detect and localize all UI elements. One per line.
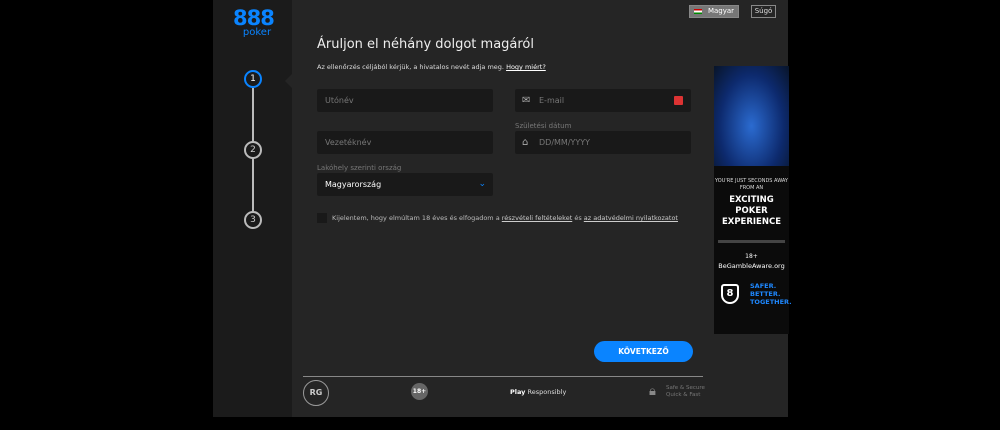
password-manager-icon[interactable] [674, 96, 683, 105]
logo-word: poker [242, 27, 272, 38]
slogan-3: TOGETHER. [750, 298, 792, 306]
country-select[interactable]: Magyarország ⌄ [317, 173, 493, 196]
age-18-icon: 18+ [745, 253, 758, 260]
footer-divider [303, 376, 703, 377]
email-placeholder: E-mail [539, 96, 565, 105]
page-title: Áruljon el néhány dolgot magáról [317, 37, 535, 52]
safe-line-1: Safe & Secure [666, 385, 705, 391]
ad-line-1: YOU'RE JUST SECONDS AWAY FROM AN [715, 178, 788, 191]
step-sidebar: 888 poker 1 2 3 [213, 0, 292, 417]
dob-label: Születési dátum [515, 122, 572, 130]
language-label: Magyar [707, 7, 735, 15]
safe-line-2: Quick & Fast [666, 392, 701, 398]
help-button[interactable]: Súgó [751, 5, 776, 18]
safer-better-together: SAFER. BETTER. TOGETHER. [750, 282, 792, 306]
hungary-flag-icon [693, 8, 702, 14]
subtitle: Az ellenőrzés céljából kérjük, a hivatal… [317, 63, 546, 71]
country-value: Magyarország [325, 180, 382, 189]
ad-line-2: EXCITING POKER EXPERIENCE [721, 195, 782, 227]
next-button[interactable]: KÖVETKEZŐ [594, 341, 693, 362]
step-2: 2 [244, 141, 262, 159]
safe-secure-text: Safe & Secure Quick & Fast [666, 385, 705, 399]
lock-icon: 🔒︎ [649, 384, 656, 399]
play-word: Play [510, 388, 526, 396]
envelope-icon: ✉ [522, 95, 531, 106]
terms-text: Kijelentem, hogy elmúltam 18 éves és elf… [332, 214, 678, 222]
country-label: Lakóhely szerinti ország [317, 164, 402, 172]
logo-number: 888 [233, 6, 275, 30]
subtitle-text: Az ellenőrzés céljából kérjük, a hivatal… [317, 63, 504, 71]
poker-table-image [714, 66, 789, 166]
responsibly-word: Responsibly [527, 388, 567, 396]
chevron-down-icon: ⌄ [478, 179, 486, 189]
dob-placeholder: DD/MM/YYYY [539, 138, 591, 147]
begambleaware-logo: BeGambleAware.org [718, 262, 785, 270]
age-18-badge: 18+ [411, 383, 428, 400]
promo-banner[interactable]: YOU'RE JUST SECONDS AWAY FROM AN EXCITIN… [714, 66, 792, 334]
privacy-link[interactable]: az adatvédelmi nyilatkozatot [584, 214, 678, 222]
ad-divider [718, 240, 785, 243]
email-input[interactable]: ✉ E-mail [515, 89, 691, 112]
language-button[interactable]: Magyar [689, 5, 739, 18]
rg-badge[interactable]: RG [303, 380, 329, 406]
slogan-2: BETTER. [750, 290, 781, 298]
last-name-input[interactable]: Vezetéknév [317, 131, 493, 154]
step-3: 3 [244, 211, 262, 229]
slogan-1: SAFER. [750, 282, 777, 290]
why-link[interactable]: Hogy miért? [506, 63, 546, 71]
dob-input[interactable]: ⌂ DD/MM/YYYY [515, 131, 691, 154]
terms-link[interactable]: részvételi feltételeket [502, 214, 572, 222]
birthday-cake-icon: ⌂ [522, 137, 529, 148]
step-pointer [285, 74, 292, 88]
play-responsibly[interactable]: Play Responsibly [510, 388, 566, 396]
terms-and: és [574, 214, 582, 222]
step-1: 1 [244, 70, 262, 88]
shield-8-icon: 8 [721, 284, 739, 304]
888poker-logo[interactable]: 888 poker [233, 6, 275, 38]
terms-checkbox[interactable] [317, 213, 327, 223]
terms-statement: Kijelentem, hogy elmúltam 18 éves és elf… [332, 214, 500, 222]
first-name-input[interactable]: Utónév [317, 89, 493, 112]
registration-window: 888 poker 1 2 3 Magyar Súgó Áruljon el n… [213, 0, 788, 417]
